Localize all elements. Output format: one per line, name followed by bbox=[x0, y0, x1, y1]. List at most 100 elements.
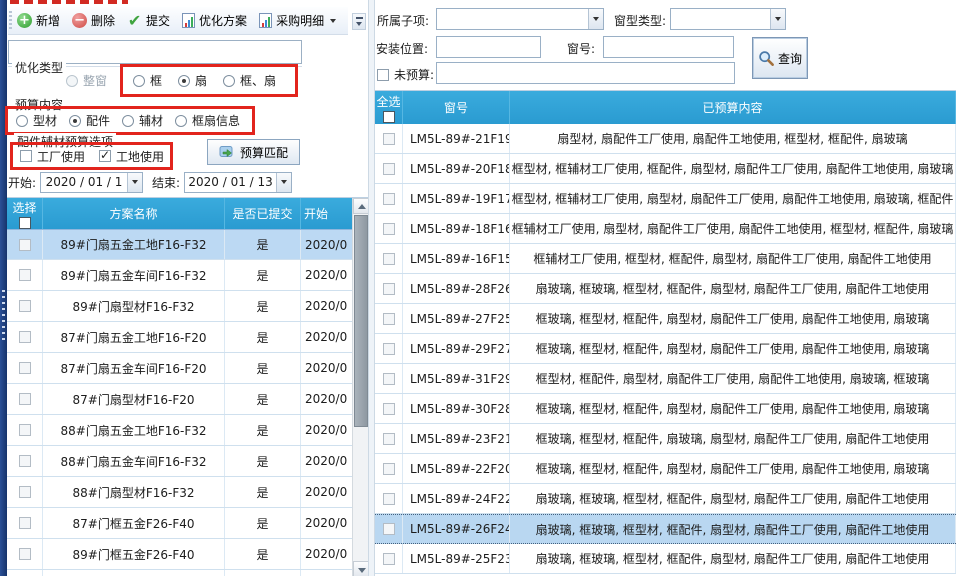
row-checkbox[interactable] bbox=[383, 253, 395, 265]
row-checkbox[interactable] bbox=[383, 313, 395, 325]
row-checkbox[interactable] bbox=[19, 300, 31, 312]
row-checkbox[interactable] bbox=[19, 548, 31, 560]
radio-option[interactable]: 扇 bbox=[178, 72, 207, 89]
row-checkbox[interactable] bbox=[383, 133, 395, 145]
row-checkbox[interactable] bbox=[19, 331, 31, 343]
table-row[interactable]: 87#门框五金F26-F40 是 2020/0 bbox=[7, 508, 368, 539]
window-no-input[interactable] bbox=[603, 36, 734, 58]
table-row[interactable]: LM5L-89#-26F24 扇玻璃, 框玻璃, 框型材, 框配件, 扇型材, … bbox=[375, 514, 956, 544]
radio-option[interactable]: 辅材 bbox=[122, 112, 163, 129]
table-row[interactable]: LM5L-89#-18F16 框辅材工厂使用, 扇型材, 扇配件工厂使用, 扇配… bbox=[375, 214, 956, 244]
row-checkbox[interactable] bbox=[383, 493, 395, 505]
radio-option[interactable]: 框、扇 bbox=[223, 72, 276, 89]
radio-option[interactable]: 配件 bbox=[69, 112, 110, 129]
row-checkbox[interactable] bbox=[383, 373, 395, 385]
select-all-checkbox[interactable] bbox=[383, 111, 395, 123]
submitted-cell: 是 bbox=[225, 446, 301, 476]
date-start-picker[interactable]: 2020 / 01 / 1 bbox=[40, 172, 143, 193]
date-range-row: 开始: 2020 / 01 / 1 结束: 2020 / 01 / 13 bbox=[8, 171, 302, 193]
toolbar-button[interactable]: 新增 bbox=[14, 10, 63, 31]
budgeted-content-column-header[interactable]: 已预算内容 bbox=[510, 91, 956, 124]
date-end-picker[interactable]: 2020 / 01 / 13 bbox=[184, 172, 292, 193]
row-checkbox[interactable] bbox=[19, 269, 31, 281]
row-checkbox[interactable] bbox=[19, 239, 31, 251]
checkbox-option[interactable]: 工地使用 bbox=[99, 148, 164, 165]
table-row[interactable]: 89#门扇五金工地F16-F32 是 2020/0 bbox=[7, 229, 368, 260]
table-row[interactable]: 88#门扇型材F16-F32 是 2020/0 bbox=[7, 477, 368, 508]
chevron-down-icon[interactable] bbox=[276, 173, 291, 192]
search-button[interactable]: 查询 bbox=[752, 37, 808, 79]
row-checkbox[interactable] bbox=[19, 486, 31, 498]
table-row[interactable]: LM5L-89#-16F15 框辅材工厂使用, 框型材, 框配件, 扇型材, 扇… bbox=[375, 244, 956, 274]
table-row[interactable]: 87#门扇型材F16-F20 是 2020/0 bbox=[7, 384, 368, 415]
row-checkbox[interactable] bbox=[383, 283, 395, 295]
row-checkbox[interactable] bbox=[19, 362, 31, 374]
toolbar-button[interactable]: 采购明细 bbox=[256, 10, 339, 31]
radio-option[interactable]: 框 bbox=[133, 72, 162, 89]
radio-option[interactable]: 框扇信息 bbox=[175, 112, 240, 129]
install-position-input[interactable] bbox=[436, 36, 541, 58]
chevron-down-icon[interactable] bbox=[127, 173, 142, 192]
row-checkbox[interactable] bbox=[19, 455, 31, 467]
plan-name-column-header[interactable]: 方案名称 bbox=[43, 198, 225, 229]
table-row[interactable]: LM5L-89#-29F27 框玻璃, 框型材, 框配件, 扇型材, 扇配件工厂… bbox=[375, 334, 956, 364]
table-row[interactable]: LM5L-89#-31F29 框型材, 框配件, 扇型材, 扇配件工厂使用, 扇… bbox=[375, 364, 956, 394]
checkbox-option[interactable]: 工厂使用 bbox=[20, 148, 85, 165]
submitted-column-header[interactable]: 是否已提交 bbox=[225, 198, 301, 229]
table-row[interactable]: LM5L-89#-20F18 框型材, 框辅材工厂使用, 框配件, 扇型材, 扇… bbox=[375, 154, 956, 184]
window-no-cell: LM5L-89#-19F17 bbox=[403, 184, 510, 213]
row-checkbox[interactable] bbox=[19, 517, 31, 529]
table-row[interactable]: LM5L-89#-21F19 扇型材, 扇配件工厂使用, 扇配件工地使用, 框型… bbox=[375, 124, 956, 154]
table-row[interactable]: 88#门扇五金车间F16-F32 是 2020/0 bbox=[7, 446, 368, 477]
window-type-dropdown[interactable] bbox=[670, 8, 786, 30]
table-row[interactable]: LM5L-89#-27F25 框玻璃, 框型材, 框配件, 扇型材, 扇配件工厂… bbox=[375, 304, 956, 334]
scroll-down-icon[interactable] bbox=[353, 561, 368, 576]
window-no-column-header[interactable]: 窗号 bbox=[403, 91, 510, 124]
table-row[interactable]: 88#门框五金F21-F40 是 2020/0 bbox=[7, 570, 368, 576]
row-checkbox[interactable] bbox=[383, 403, 395, 415]
no-budget-checkbox-option[interactable]: 未预算: bbox=[377, 66, 434, 83]
sub-item-dropdown[interactable] bbox=[436, 8, 604, 30]
toolbar-button[interactable]: 提交 bbox=[124, 10, 173, 31]
table-row[interactable]: LM5L-89#-25F23 扇玻璃, 框玻璃, 框型材, 框配件, 扇型材, … bbox=[375, 544, 956, 574]
row-checkbox[interactable] bbox=[383, 433, 395, 445]
row-checkbox[interactable] bbox=[383, 163, 395, 175]
window-no-cell: LM5L-89#-20F18 bbox=[403, 154, 510, 183]
table-row[interactable]: 87#门扇五金工地F16-F20 是 2020/0 bbox=[7, 322, 368, 353]
table-row[interactable]: 89#门扇五金车间F16-F32 是 2020/0 bbox=[7, 260, 368, 291]
chevron-down-icon[interactable] bbox=[770, 9, 785, 29]
budget-match-button[interactable]: 预算匹配 bbox=[207, 139, 300, 165]
row-checkbox[interactable] bbox=[19, 424, 31, 436]
table-row[interactable]: LM5L-89#-24F22 扇玻璃, 框玻璃, 框型材, 框配件, 扇型材, … bbox=[375, 484, 956, 514]
table-row[interactable]: LM5L-89#-22F20 框玻璃, 框型材, 框配件, 扇型材, 扇配件工厂… bbox=[375, 454, 956, 484]
docked-panel-strip[interactable] bbox=[0, 0, 7, 576]
select-all-checkbox[interactable] bbox=[19, 217, 31, 229]
table-row[interactable]: LM5L-89#-28F26 扇玻璃, 框玻璃, 框型材, 框配件, 扇型材, … bbox=[375, 274, 956, 304]
scrollbar-thumb[interactable] bbox=[354, 215, 368, 427]
table-row[interactable]: LM5L-89#-23F21 框玻璃, 框型材, 框配件, 扇玻璃, 扇型材, … bbox=[375, 424, 956, 454]
panel-splitter[interactable] bbox=[368, 0, 375, 576]
row-checkbox[interactable] bbox=[383, 523, 395, 535]
row-checkbox[interactable] bbox=[383, 193, 395, 205]
table-row[interactable]: LM5L-89#-30F28 框玻璃, 框型材, 框配件, 扇型材, 扇配件工厂… bbox=[375, 394, 956, 424]
scroll-up-icon[interactable] bbox=[353, 198, 368, 214]
vertical-scrollbar[interactable] bbox=[352, 198, 368, 576]
row-checkbox[interactable] bbox=[19, 393, 31, 405]
radio-option[interactable]: 型材 bbox=[16, 112, 57, 129]
chevron-down-icon bbox=[330, 19, 336, 23]
row-checkbox[interactable] bbox=[383, 553, 395, 565]
table-row[interactable]: 89#门扇型材F16-F32 是 2020/0 bbox=[7, 291, 368, 322]
table-row[interactable]: 89#门框五金F26-F40 是 2020/0 bbox=[7, 539, 368, 570]
row-checkbox[interactable] bbox=[383, 463, 395, 475]
toolbar-overflow-button[interactable] bbox=[352, 13, 366, 30]
chevron-down-icon[interactable] bbox=[588, 9, 603, 29]
table-row[interactable]: 88#门扇五金工地F16-F32 是 2020/0 bbox=[7, 415, 368, 446]
no-budget-input[interactable] bbox=[436, 62, 735, 84]
row-checkbox[interactable] bbox=[383, 343, 395, 355]
toolbar-button[interactable]: 删除 bbox=[69, 10, 118, 31]
row-checkbox[interactable] bbox=[383, 223, 395, 235]
toolbar-button[interactable]: 优化方案 bbox=[179, 10, 250, 31]
table-row[interactable]: 87#门扇五金车间F16-F20 是 2020/0 bbox=[7, 353, 368, 384]
radio-whole-window[interactable]: 整窗 bbox=[66, 72, 107, 89]
table-row[interactable]: LM5L-89#-19F17 框型材, 框辅材工厂使用, 扇型材, 扇配件工厂使… bbox=[375, 184, 956, 214]
